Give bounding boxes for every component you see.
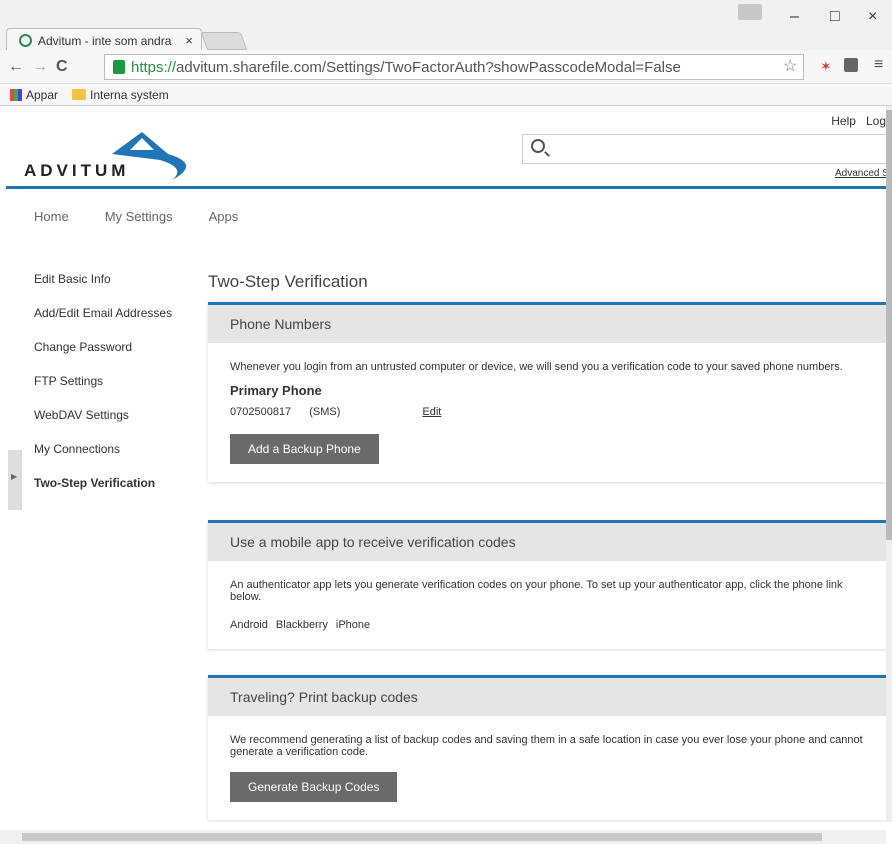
card-description: We recommend generating a list of backup…: [230, 734, 863, 758]
card-description: Whenever you login from an untrusted com…: [230, 361, 843, 373]
scrollbar-thumb[interactable]: [22, 833, 822, 841]
settings-sidebar: Edit Basic Info Add/Edit Email Addresses…: [34, 272, 172, 510]
card-header: Use a mobile app to receive verification…: [208, 523, 886, 561]
bookmark-apps[interactable]: Appar: [10, 88, 58, 102]
card-header: Phone Numbers: [208, 305, 886, 343]
page-content: Help Log ADVITUM Advanced S Home My Sett…: [0, 106, 886, 822]
sidebar-item-ftp-settings[interactable]: FTP Settings: [34, 374, 172, 408]
header-links: Help Log: [831, 114, 886, 128]
reload-icon[interactable]: C: [56, 58, 68, 76]
nav-apps[interactable]: Apps: [209, 209, 239, 224]
minimize-icon[interactable]: –: [790, 8, 799, 26]
backup-codes-card: Traveling? Print backup codes We recomme…: [208, 675, 886, 820]
url-path: advitum.sharefile.com/Settings/TwoFactor…: [176, 58, 681, 76]
android-link[interactable]: Android: [230, 619, 268, 631]
sidebar-item-email-addresses[interactable]: Add/Edit Email Addresses: [34, 306, 172, 340]
browser-titlebar: Advitum - inte som andra × – □ ×: [0, 0, 892, 52]
url-scheme: https://: [131, 58, 177, 76]
vertical-scrollbar[interactable]: [886, 106, 892, 822]
advitum-logo[interactable]: ADVITUM: [12, 124, 212, 184]
url-input[interactable]: https://advitum.sharefile.com/Settings/T…: [104, 54, 804, 80]
logo-text: ADVITUM: [24, 161, 129, 180]
tab-close-icon[interactable]: ×: [185, 33, 193, 48]
search-input[interactable]: [522, 134, 886, 164]
tab-title: Advitum - inte som andra: [38, 33, 172, 48]
card-header: Traveling? Print backup codes: [208, 678, 886, 716]
close-window-icon[interactable]: ×: [868, 8, 877, 26]
maximize-icon[interactable]: □: [830, 8, 840, 26]
primary-phone-row: 0702500817 (SMS) Edit: [230, 406, 864, 418]
iphone-link[interactable]: iPhone: [336, 619, 370, 631]
bookmark-label: Appar: [26, 87, 59, 102]
app-links: Android Blackberry iPhone: [230, 619, 864, 631]
extension-icon-2[interactable]: [844, 58, 858, 72]
chevron-right-icon: ▶: [11, 472, 18, 481]
extension-icon[interactable]: ✶: [820, 58, 832, 75]
bookmark-label: Interna system: [90, 87, 169, 102]
menu-icon[interactable]: ≡: [874, 56, 883, 74]
scrollbar-thumb[interactable]: [886, 110, 892, 540]
mobile-app-card: Use a mobile app to receive verification…: [208, 520, 886, 649]
sidebar-item-change-password[interactable]: Change Password: [34, 340, 172, 374]
apps-grid-icon: [10, 88, 22, 101]
favicon-icon: [19, 34, 32, 47]
sidebar-item-edit-basic-info[interactable]: Edit Basic Info: [34, 272, 172, 306]
nav-my-settings[interactable]: My Settings: [105, 209, 173, 224]
profile-icon[interactable]: [738, 4, 762, 20]
sidebar-item-my-connections[interactable]: My Connections: [34, 442, 172, 476]
sidebar-toggle[interactable]: ▶: [8, 450, 22, 510]
folder-icon: [72, 89, 87, 100]
sidebar-item-two-step-verification[interactable]: Two-Step Verification: [34, 476, 172, 510]
generate-backup-codes-button[interactable]: Generate Backup Codes: [230, 772, 398, 802]
phone-numbers-card: Phone Numbers Whenever you login from an…: [208, 302, 886, 482]
browser-tab[interactable]: Advitum - inte som andra ×: [6, 28, 202, 52]
lock-icon: [113, 60, 125, 74]
nav-home[interactable]: Home: [34, 209, 69, 224]
phone-number: 0702500817: [230, 406, 292, 418]
primary-phone-label: Primary Phone: [230, 383, 322, 398]
address-bar-row: ← → C https://advitum.sharefile.com/Sett…: [0, 50, 892, 84]
forward-icon[interactable]: →: [32, 58, 48, 76]
blackberry-link[interactable]: Blackberry: [276, 619, 328, 631]
advanced-search-link[interactable]: Advanced S: [835, 168, 886, 179]
bookmarks-bar: Appar Interna system: [0, 84, 892, 106]
header-divider: [6, 186, 886, 189]
card-description: An authenticator app lets you generate v…: [230, 579, 843, 603]
back-icon[interactable]: ←: [8, 58, 24, 76]
bookmark-star-icon[interactable]: ☆: [783, 56, 797, 76]
phone-method: (SMS): [309, 406, 341, 418]
page-title: Two-Step Verification: [208, 272, 368, 291]
add-backup-phone-button[interactable]: Add a Backup Phone: [230, 434, 379, 464]
bookmark-interna-system[interactable]: Interna system: [72, 88, 169, 102]
top-navigation: Home My Settings Apps: [34, 209, 238, 224]
search-icon: [531, 139, 545, 153]
logout-link[interactable]: Log: [866, 114, 886, 128]
new-tab-button[interactable]: [200, 32, 248, 50]
horizontal-scrollbar[interactable]: [0, 830, 886, 844]
help-link[interactable]: Help: [831, 114, 856, 128]
sidebar-item-webdav-settings[interactable]: WebDAV Settings: [34, 408, 172, 442]
edit-phone-link[interactable]: Edit: [422, 406, 441, 418]
